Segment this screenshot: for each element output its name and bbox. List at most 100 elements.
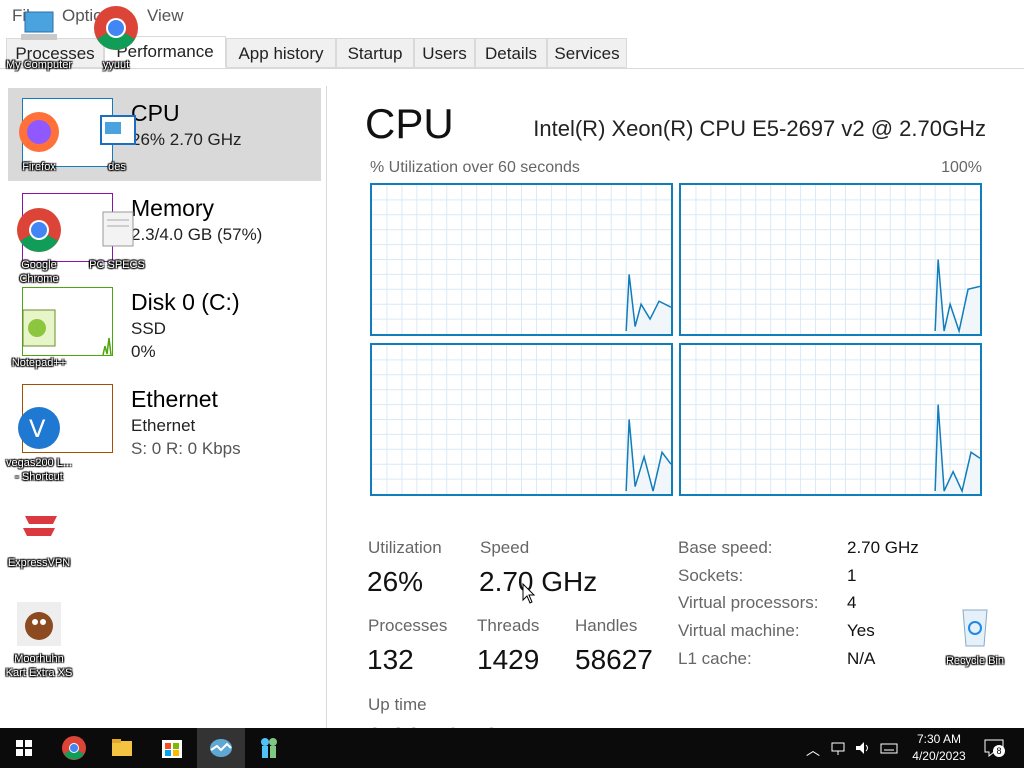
desktop-icon-label: Firefox bbox=[22, 161, 56, 173]
computer-icon bbox=[15, 4, 63, 52]
desktop-icon-chrome[interactable]: Google Chrome bbox=[3, 206, 75, 286]
base-speed-label: Base speed: bbox=[678, 538, 773, 557]
cpu-core-graph bbox=[679, 343, 982, 496]
sockets-label: Sockets: bbox=[678, 566, 744, 585]
firefox-icon bbox=[15, 108, 63, 156]
utilization-label: Utilization bbox=[368, 538, 442, 557]
threads-value: 1429 bbox=[477, 644, 540, 675]
virtual-machine-label: Virtual machine: bbox=[678, 621, 800, 640]
folder-icon bbox=[112, 739, 132, 756]
svg-text:V: V bbox=[29, 415, 46, 443]
utilization-value: 26% bbox=[367, 566, 424, 597]
desktop-icon-pc-specs[interactable]: PC SPECS bbox=[81, 206, 153, 272]
sidebar-item-value: S: 0 R: 0 Kbps bbox=[131, 439, 241, 458]
processes-label: Processes bbox=[368, 616, 448, 635]
desktop-icon-firefox[interactable]: Firefox bbox=[3, 108, 75, 174]
tab-startup[interactable]: Startup bbox=[336, 38, 414, 68]
base-speed-value: 2.70 GHz bbox=[847, 538, 919, 557]
tab-users[interactable]: Users bbox=[414, 38, 475, 68]
moorhuhn-icon bbox=[15, 600, 63, 648]
virtual-machine-value: Yes bbox=[847, 621, 875, 640]
taskbar-file-explorer-button[interactable] bbox=[98, 728, 146, 768]
speed-value: 2.70 GHz bbox=[479, 566, 598, 597]
desktop-icon-moorhuhn[interactable]: Moorhuhn Kart Extra XS bbox=[3, 600, 75, 680]
desktop-icon-recycle-bin[interactable]: Recycle Bin bbox=[939, 602, 1011, 668]
taskbar-task-manager-button[interactable] bbox=[197, 728, 245, 768]
threads-label: Threads bbox=[477, 616, 540, 635]
tab-app-history[interactable]: App history bbox=[226, 38, 336, 68]
chrome-icon bbox=[62, 736, 86, 760]
cpu-utilization-plot bbox=[681, 185, 980, 334]
cpu-model-name: Intel(R) Xeon(R) CPU E5-2697 v2 @ 2.70GH… bbox=[533, 116, 986, 141]
network-people-icon bbox=[261, 738, 277, 758]
taskbar-chrome-button[interactable] bbox=[50, 728, 98, 768]
processes-value: 132 bbox=[367, 644, 414, 675]
vegas-icon: V bbox=[15, 404, 63, 452]
clock-time[interactable]: 7:30 AM bbox=[904, 732, 974, 746]
virtual-processors-label: Virtual processors: bbox=[678, 593, 819, 612]
sidebar-item-value: Ethernet bbox=[131, 416, 196, 435]
l1-cache-label: L1 cache: bbox=[678, 649, 752, 668]
graph-caption: % Utilization over 60 seconds bbox=[370, 159, 580, 176]
desktop-icon-label: yyuut bbox=[102, 59, 130, 71]
volume-icon[interactable] bbox=[854, 740, 872, 756]
sidebar-item-value: 0% bbox=[131, 342, 156, 361]
chrome-icon bbox=[15, 206, 63, 254]
cpu-utilization-plot bbox=[372, 185, 671, 334]
tab-details[interactable]: Details bbox=[475, 38, 547, 68]
desktop-icon-expressvpn[interactable]: ExpressVPN bbox=[3, 504, 75, 570]
desktop-icon-label: des bbox=[108, 161, 126, 173]
graph-max-label: 100% bbox=[941, 159, 982, 176]
cpu-core-graph bbox=[370, 343, 673, 496]
tab-bar: Processes Performance App history Startu… bbox=[0, 36, 1024, 68]
cpu-utilization-plot bbox=[681, 345, 980, 494]
uptime-label: Up time bbox=[368, 695, 427, 714]
window-screenshot-icon bbox=[93, 108, 141, 156]
action-center-button[interactable]: 8 bbox=[982, 736, 1006, 760]
cpu-core-graph bbox=[370, 183, 673, 336]
keyboard-icon[interactable] bbox=[880, 740, 898, 756]
desktop-icon-label: My Computer bbox=[5, 59, 73, 71]
taskbar-store-button[interactable] bbox=[148, 728, 196, 768]
show-hidden-icons-chevron-icon[interactable]: ︿ bbox=[806, 740, 820, 760]
desktop-icon-des[interactable]: des bbox=[81, 108, 153, 174]
page-title: CPU bbox=[365, 100, 454, 147]
sidebar-item-label: Ethernet bbox=[131, 386, 218, 412]
task-manager-icon bbox=[210, 739, 232, 757]
tab-divider bbox=[0, 68, 1024, 69]
sidebar-item-label: Disk 0 (C:) bbox=[131, 289, 240, 315]
desktop-icon-yyuut[interactable]: yyuut bbox=[80, 4, 152, 72]
sidebar-item-value: SSD bbox=[131, 319, 166, 338]
l1-cache-value: N/A bbox=[847, 649, 876, 668]
desktop-icon-label: Notepad++ bbox=[11, 357, 67, 369]
clock-date[interactable]: 4/20/2023 bbox=[904, 749, 974, 763]
desktop-icon-label: Moorhuhn Kart Extra XS bbox=[5, 653, 73, 679]
tab-services[interactable]: Services bbox=[547, 38, 627, 68]
desktop-icon-my-computer[interactable]: My Computer bbox=[3, 4, 75, 72]
desktop-icon-label: PC SPECS bbox=[89, 259, 145, 271]
document-screenshot-icon bbox=[93, 206, 141, 254]
virtual-processors-value: 4 bbox=[847, 593, 857, 612]
desktop-icon-label: Google Chrome bbox=[19, 259, 59, 285]
expressvpn-icon bbox=[15, 504, 63, 552]
sockets-value: 1 bbox=[847, 566, 857, 585]
cpu-utilization-plot bbox=[372, 345, 671, 494]
windows-logo-icon bbox=[16, 740, 32, 756]
notepad-plus-plus-icon bbox=[15, 304, 63, 352]
chrome-icon bbox=[92, 4, 140, 52]
handles-value: 58627 bbox=[575, 644, 653, 675]
network-icon[interactable] bbox=[830, 740, 846, 756]
taskbar: ︿ 7:30 AM 4/20/2023 8 bbox=[0, 728, 1024, 768]
menu-view[interactable]: View bbox=[147, 6, 184, 26]
store-icon bbox=[162, 740, 182, 758]
desktop-icon-label: ExpressVPN bbox=[7, 557, 71, 569]
desktop-icon-label: Recycle Bin bbox=[945, 655, 1005, 667]
speed-label: Speed bbox=[480, 538, 530, 557]
recycle-bin-icon bbox=[951, 602, 999, 650]
cpu-core-graph bbox=[679, 183, 982, 336]
start-button[interactable] bbox=[0, 728, 48, 768]
desktop-icon-notepad-plus-plus[interactable]: Notepad++ bbox=[3, 304, 75, 370]
mouse-cursor-icon bbox=[522, 583, 536, 604]
taskbar-app-button[interactable] bbox=[245, 728, 293, 768]
desktop-icon-vegas[interactable]: V vegas200 L... - Shortcut bbox=[3, 404, 75, 484]
